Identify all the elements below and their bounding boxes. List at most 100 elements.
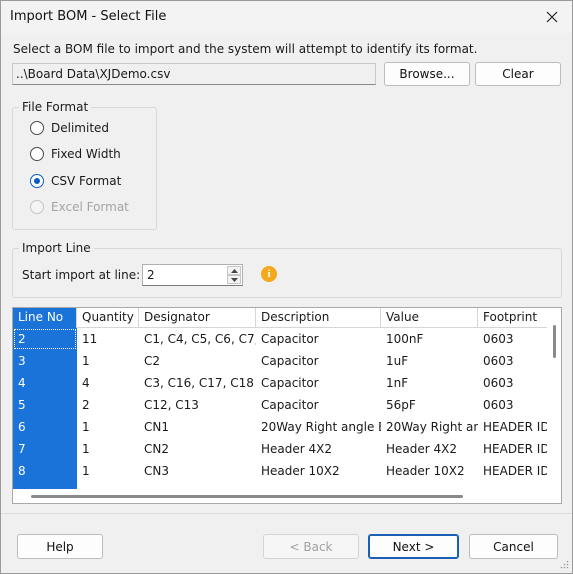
bom-preview-table[interactable]: Line No Quantity Designator Description …	[12, 307, 562, 504]
vertical-scroll-thumb[interactable]	[553, 325, 556, 358]
cell-designator[interactable]: C1, C4, C5, C6, C7, ...	[139, 328, 256, 350]
help-label: Help	[46, 539, 74, 554]
cancel-button[interactable]: Cancel	[469, 534, 558, 559]
resize-grip-icon[interactable]	[559, 560, 569, 570]
table-row[interactable]: 6 1 CN1 20Way Right angle B... 20Way Rig…	[13, 416, 561, 438]
radio-indicator[interactable]	[30, 121, 44, 135]
radio-excel-format: Excel Format	[30, 200, 129, 214]
horizontal-scrollbar[interactable]	[13, 489, 549, 503]
cell-footprint[interactable]: 0603	[478, 350, 548, 372]
cell-line-no[interactable]: 7	[13, 438, 77, 460]
file-format-legend: File Format	[19, 100, 92, 114]
cell-line-no[interactable]: 3	[13, 350, 77, 372]
info-icon[interactable]: i	[261, 266, 277, 282]
caret-up-icon	[230, 268, 238, 273]
spinner-up-button[interactable]	[227, 266, 241, 275]
import-bom-dialog: Import BOM - Select File Select a BOM fi…	[0, 0, 573, 574]
help-button[interactable]: Help	[17, 534, 103, 559]
radio-label: Excel Format	[51, 200, 129, 214]
cell-value[interactable]: 20Way Right an...	[381, 416, 478, 438]
cell-line-no[interactable]: 5	[13, 394, 77, 416]
radio-indicator[interactable]	[30, 174, 44, 188]
column-header-value[interactable]: Value	[381, 308, 478, 328]
start-import-label: Start import at line:	[22, 268, 141, 282]
cell-quantity[interactable]: 11	[77, 328, 139, 350]
cell-description[interactable]: Capacitor	[256, 350, 381, 372]
vertical-scrollbar[interactable]	[547, 308, 561, 503]
cell-quantity[interactable]: 1	[77, 438, 139, 460]
table-row[interactable]: 2 11 C1, C4, C5, C6, C7, ... Capacitor 1…	[13, 328, 561, 350]
cell-designator[interactable]: CN3	[139, 460, 256, 482]
cell-designator[interactable]: C12, C13	[139, 394, 256, 416]
column-header-footprint[interactable]: Footprint	[478, 308, 548, 328]
cell-footprint[interactable]: HEADER IDC	[478, 416, 548, 438]
start-line-value[interactable]: 2	[147, 268, 155, 282]
caret-down-icon	[230, 277, 238, 282]
cell-value[interactable]: Header 4X2	[381, 438, 478, 460]
start-line-spinner[interactable]: 2	[142, 264, 243, 286]
horizontal-scroll-thumb[interactable]	[31, 495, 463, 498]
table-body: 2 11 C1, C4, C5, C6, C7, ... Capacitor 1…	[13, 328, 561, 490]
table-row[interactable]: 7 1 CN2 Header 4X2 Header 4X2 HEADER IDC	[13, 438, 561, 460]
spinner-down-button[interactable]	[227, 275, 241, 284]
column-header-quantity[interactable]: Quantity	[77, 308, 139, 328]
instruction-text: Select a BOM file to import and the syst…	[13, 42, 478, 56]
cell-line-no[interactable]: 6	[13, 416, 77, 438]
cell-quantity[interactable]: 1	[77, 350, 139, 372]
column-header-description[interactable]: Description	[256, 308, 381, 328]
cell-description[interactable]: Capacitor	[256, 372, 381, 394]
table-row[interactable]: 5 2 C12, C13 Capacitor 56pF 0603	[13, 394, 561, 416]
cell-description[interactable]: Header 4X2	[256, 438, 381, 460]
cell-value[interactable]: 1nF	[381, 372, 478, 394]
cell-description[interactable]: 20Way Right angle B...	[256, 416, 381, 438]
table-header: Line No Quantity Designator Description …	[13, 308, 561, 328]
next-button[interactable]: Next >	[368, 534, 459, 559]
close-button[interactable]	[532, 1, 572, 33]
browse-button[interactable]: Browse...	[384, 62, 470, 86]
cell-value[interactable]: 100nF	[381, 328, 478, 350]
radio-indicator[interactable]	[30, 147, 44, 161]
radio-fixed-width[interactable]: Fixed Width	[30, 147, 121, 161]
import-line-legend: Import Line	[19, 241, 94, 255]
footer-divider	[1, 513, 572, 514]
radio-indicator	[30, 200, 44, 214]
cell-quantity[interactable]: 1	[77, 416, 139, 438]
table-row[interactable]: 3 1 C2 Capacitor 1uF 0603	[13, 350, 561, 372]
radio-delimited[interactable]: Delimited	[30, 121, 109, 135]
cell-quantity[interactable]: 4	[77, 372, 139, 394]
cell-line-no[interactable]: 2	[13, 328, 77, 350]
table-row[interactable]: 4 4 C3, C16, C17, C18 Capacitor 1nF 0603	[13, 372, 561, 394]
title-bar: Import BOM - Select File	[1, 1, 572, 33]
cell-footprint[interactable]: HEADER IDC	[478, 460, 548, 482]
cell-quantity[interactable]: 2	[77, 394, 139, 416]
cell-line-no[interactable]: 4	[13, 372, 77, 394]
radio-csv-format[interactable]: CSV Format	[30, 174, 121, 188]
cell-designator[interactable]: C3, C16, C17, C18	[139, 372, 256, 394]
back-button: < Back	[263, 534, 359, 559]
column-header-designator[interactable]: Designator	[139, 308, 256, 328]
cell-footprint[interactable]: 0603	[478, 372, 548, 394]
clear-button[interactable]: Clear	[475, 62, 561, 86]
column-header-line-no[interactable]: Line No	[13, 308, 77, 328]
radio-label: Delimited	[51, 121, 110, 135]
cell-value[interactable]: 1uF	[381, 350, 478, 372]
cell-designator[interactable]: CN1	[139, 416, 256, 438]
cell-line-no[interactable]: 8	[13, 460, 77, 482]
cell-footprint[interactable]: 0603	[478, 328, 548, 350]
cell-value[interactable]: 56pF	[381, 394, 478, 416]
cell-designator[interactable]: C2	[139, 350, 256, 372]
file-path-field[interactable]: ..\Board Data\XJDemo.csv	[12, 63, 376, 85]
dialog-title: Import BOM - Select File	[10, 9, 167, 24]
spinner-buttons	[227, 266, 241, 284]
cell-designator[interactable]: CN2	[139, 438, 256, 460]
radio-label: CSV Format	[51, 174, 122, 188]
cell-footprint[interactable]: 0603	[478, 394, 548, 416]
table-row[interactable]: 8 1 CN3 Header 10X2 Header 10X2 HEADER I…	[13, 460, 561, 482]
cell-description[interactable]: Capacitor	[256, 328, 381, 350]
cell-value[interactable]: Header 10X2	[381, 460, 478, 482]
cell-description[interactable]: Header 10X2	[256, 460, 381, 482]
cell-description[interactable]: Capacitor	[256, 394, 381, 416]
close-icon	[546, 11, 558, 23]
cell-footprint[interactable]: HEADER IDC	[478, 438, 548, 460]
cell-quantity[interactable]: 1	[77, 460, 139, 482]
